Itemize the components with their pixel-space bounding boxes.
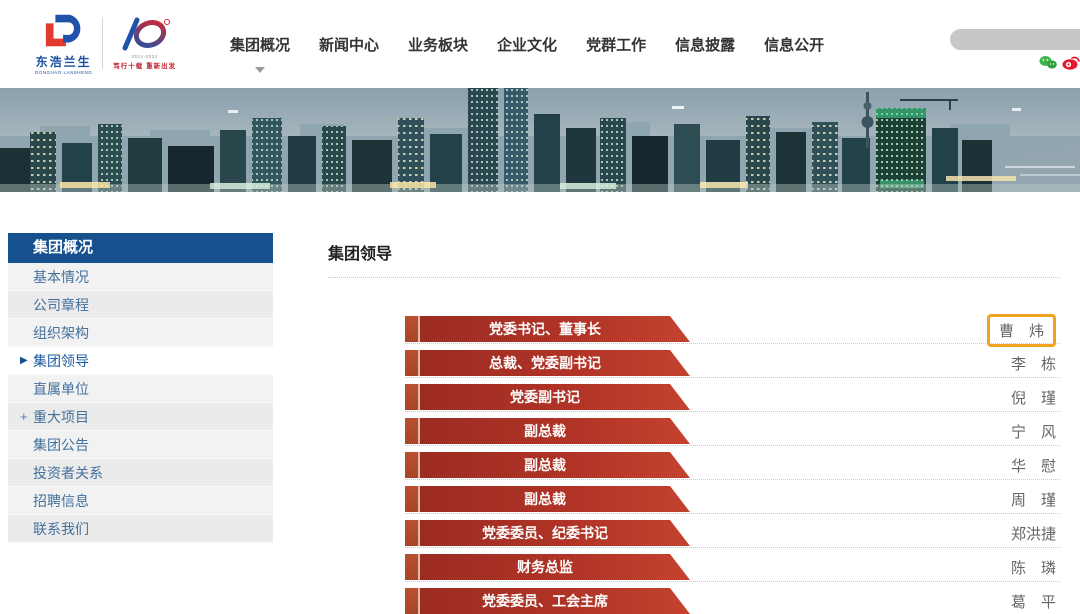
ribbon-block (405, 520, 418, 546)
ribbon-stripe (418, 554, 420, 580)
leader-row[interactable]: 党委委员、工会主席 葛 平 (405, 587, 1060, 614)
ribbon-stripe (418, 350, 420, 376)
social-links (1039, 55, 1080, 70)
ribbon-stripe (418, 316, 420, 342)
sidebar: 集团概况 基本情况 公司章程 组织架构 ▶ 集团领导 直属单位 + 重大项目 集… (8, 233, 273, 543)
weibo-icon[interactable] (1062, 55, 1080, 70)
leader-row[interactable]: 副总裁 华 慰 (405, 451, 1060, 485)
main-nav: 集团概况 新闻中心 业务板块 企业文化 党群工作 信息披露 信息公开 (230, 34, 824, 59)
leader-row[interactable]: 财务总监 陈 璘 (405, 553, 1060, 587)
brand-d-icon (40, 10, 88, 52)
nav-item-news-center[interactable]: 新闻中心 (319, 34, 379, 59)
hero-banner-image (0, 88, 1080, 192)
leader-row[interactable]: 副总裁 宁 风 (405, 417, 1060, 451)
expand-plus-icon[interactable]: + (20, 403, 28, 431)
leader-title: 党委副书记 (420, 384, 690, 410)
brand-name: 东浩兰生 (36, 53, 92, 70)
leader-name: 周 瑾 (1011, 489, 1056, 510)
ribbon-stripe (418, 418, 420, 444)
ribbon-block (405, 452, 418, 478)
search-input[interactable] (950, 29, 1080, 50)
leader-title: 党委委员、纪委书记 (420, 520, 690, 546)
nav-item-disclosure[interactable]: 信息披露 (675, 34, 735, 59)
main-panel: 集团领导 党委书记、董事长 曹 炜 总裁、党委 (328, 233, 1060, 614)
leader-row[interactable]: 党委委员、纪委书记 郑洪捷 (405, 519, 1060, 553)
nav-item-business[interactable]: 业务板块 (408, 34, 468, 59)
leader-row[interactable]: 党委书记、董事长 曹 炜 (405, 315, 1060, 349)
ribbon-block (405, 486, 418, 512)
leader-name: 郑洪捷 (1011, 523, 1056, 544)
anniversary-10-icon (117, 16, 173, 54)
leader-name: 倪 瑾 (1011, 387, 1056, 408)
brand-name-en: DONGHAO LANSHENG (35, 70, 92, 75)
sidebar-item-group-leaders[interactable]: ▶ 集团领导 (8, 347, 273, 375)
title-divider (328, 277, 1060, 278)
leader-title-ribbon[interactable]: 党委副书记 (405, 384, 690, 410)
anniversary-years: 2014-2024 (132, 54, 158, 59)
leader-row[interactable]: 副总裁 周 瑾 (405, 485, 1060, 519)
leader-title: 党委书记、董事长 (420, 316, 690, 342)
leader-list: 党委书记、董事长 曹 炜 总裁、党委副书记 李 栋 (405, 315, 1060, 614)
sidebar-item-basic-info[interactable]: 基本情况 (8, 263, 273, 291)
sidebar-item-contact-us[interactable]: 联系我们 (8, 515, 273, 543)
sidebar-item-investor-relations[interactable]: 投资者关系 (8, 459, 273, 487)
leader-title-ribbon[interactable]: 总裁、党委副书记 (405, 350, 690, 376)
sidebar-item-announcements[interactable]: 集团公告 (8, 431, 273, 459)
leader-name: 葛 平 (1011, 591, 1056, 612)
ribbon-stripe (418, 588, 420, 614)
sidebar-item-recruitment[interactable]: 招聘信息 (8, 487, 273, 515)
leader-row[interactable]: 党委副书记 倪 瑾 (405, 383, 1060, 417)
nav-item-info-public[interactable]: 信息公开 (764, 34, 824, 59)
leader-name: 宁 风 (1011, 421, 1056, 442)
nav-item-group-overview[interactable]: 集团概况 (230, 34, 290, 59)
ribbon-block (405, 384, 418, 410)
ribbon-stripe (418, 520, 420, 546)
wechat-icon[interactable] (1039, 55, 1057, 70)
leader-row[interactable]: 总裁、党委副书记 李 栋 (405, 349, 1060, 383)
leader-name: 华 慰 (1011, 455, 1056, 476)
site-header: 东浩兰生 DONGHAO LANSHENG 2014-2024 笃行十载 重新出… (0, 0, 1080, 88)
active-arrow-icon: ▶ (20, 347, 28, 375)
ribbon-block (405, 554, 418, 580)
leader-title: 党委委员、工会主席 (420, 588, 690, 614)
ribbon-stripe (418, 486, 420, 512)
leader-name: 曹 炜 (999, 323, 1044, 340)
leader-title-ribbon[interactable]: 副总裁 (405, 452, 690, 478)
highlight-annotation: 曹 炜 (987, 314, 1056, 347)
ribbon-block (405, 316, 418, 342)
sidebar-item-org-structure[interactable]: 组织架构 (8, 319, 273, 347)
leader-name: 陈 璘 (1011, 557, 1056, 578)
leader-title-ribbon[interactable]: 党委委员、工会主席 (405, 588, 690, 614)
leader-title: 副总裁 (420, 418, 690, 444)
leader-title-ribbon[interactable]: 党委书记、董事长 (405, 316, 690, 342)
leader-name: 李 栋 (1011, 353, 1056, 374)
nav-item-party-work[interactable]: 党群工作 (586, 34, 646, 59)
leader-title: 财务总监 (420, 554, 690, 580)
ribbon-stripe (418, 384, 420, 410)
logo-divider (102, 17, 103, 69)
sidebar-item-articles[interactable]: 公司章程 (8, 291, 273, 319)
anniversary-logo: 2014-2024 笃行十载 重新出发 (113, 16, 176, 70)
brand-logo: 东浩兰生 DONGHAO LANSHENG (35, 10, 92, 75)
leader-title-ribbon[interactable]: 财务总监 (405, 554, 690, 580)
sidebar-item-subsidiaries[interactable]: 直属单位 (8, 375, 273, 403)
leader-title: 副总裁 (420, 486, 690, 512)
leader-title-ribbon[interactable]: 副总裁 (405, 486, 690, 512)
ribbon-block (405, 588, 418, 614)
ribbon-block (405, 350, 418, 376)
nav-item-culture[interactable]: 企业文化 (497, 34, 557, 59)
sidebar-header: 集团概况 (8, 233, 273, 263)
leader-title: 副总裁 (420, 452, 690, 478)
logo[interactable]: 东浩兰生 DONGHAO LANSHENG 2014-2024 笃行十载 重新出… (35, 10, 176, 75)
anniversary-slogan: 笃行十载 重新出发 (113, 60, 176, 70)
ribbon-block (405, 418, 418, 444)
ribbon-stripe (418, 452, 420, 478)
leader-title-ribbon[interactable]: 副总裁 (405, 418, 690, 444)
leader-title-ribbon[interactable]: 党委委员、纪委书记 (405, 520, 690, 546)
sidebar-item-major-projects[interactable]: + 重大项目 (8, 403, 273, 431)
city-skyline-illustration (0, 88, 1080, 192)
page-title: 集团领导 (328, 233, 1060, 264)
leader-title: 总裁、党委副书记 (420, 350, 690, 376)
content-area: 集团概况 基本情况 公司章程 组织架构 ▶ 集团领导 直属单位 + 重大项目 集… (0, 233, 1080, 614)
